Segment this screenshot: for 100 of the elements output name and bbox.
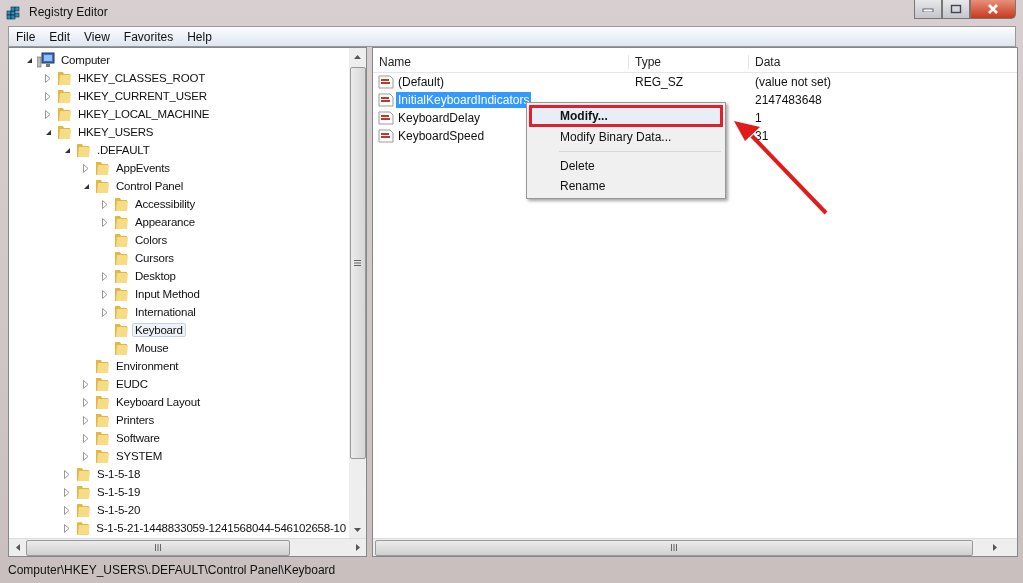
tree-item[interactable]: S-1-5-19 xyxy=(94,485,144,499)
collapsed-arrow-icon[interactable] xyxy=(45,109,51,119)
table-cell: (value not set) xyxy=(755,75,832,89)
context-menu-item[interactable]: Delete xyxy=(529,156,723,176)
context-menu-item[interactable]: Modify Binary Data... xyxy=(529,127,723,147)
scroll-up-arrow-icon[interactable] xyxy=(354,54,361,59)
folder-icon xyxy=(56,124,72,140)
context-menu-item[interactable]: Rename xyxy=(529,176,723,196)
grip-icon xyxy=(155,544,161,551)
table-cell: REG_SZ xyxy=(635,75,683,89)
folder-icon xyxy=(113,304,129,320)
scroll-left-arrow-icon[interactable] xyxy=(15,544,20,551)
folder-icon xyxy=(94,178,110,194)
scrollbar-thumb[interactable] xyxy=(349,67,366,459)
tree-item[interactable]: Accessibility xyxy=(132,197,199,211)
table-cell: 2147483648 xyxy=(755,93,822,107)
column-header[interactable]: Type xyxy=(628,54,748,69)
tree-item[interactable]: SYSTEM xyxy=(113,449,166,463)
expanded-arrow-icon[interactable] xyxy=(44,128,52,136)
expanded-arrow-icon[interactable] xyxy=(25,56,33,64)
folder-icon xyxy=(75,502,91,518)
menu-item[interactable]: Edit xyxy=(42,29,78,44)
collapsed-arrow-icon[interactable] xyxy=(102,217,108,227)
tree-item[interactable]: S-1-5-21-1448833059-1241568044-546102658-10 xyxy=(93,521,349,535)
tree-item[interactable]: HKEY_CLASSES_ROOT xyxy=(75,71,208,85)
collapsed-arrow-icon[interactable] xyxy=(83,397,89,407)
menu-item[interactable]: File xyxy=(9,29,43,44)
expanded-arrow-icon[interactable] xyxy=(63,146,71,154)
scrollbar-thumb[interactable] xyxy=(375,539,973,556)
tree-item[interactable]: Control Panel xyxy=(113,179,187,193)
tree-item[interactable]: .DEFAULT xyxy=(94,143,153,157)
folder-icon xyxy=(75,466,91,482)
scroll-down-arrow-icon[interactable] xyxy=(354,527,361,532)
scroll-right-arrow-icon[interactable] xyxy=(993,544,997,551)
tree-item[interactable]: Mouse xyxy=(132,341,172,355)
folder-icon xyxy=(113,214,129,230)
tree-item[interactable]: HKEY_LOCAL_MACHINE xyxy=(75,107,213,121)
tree-item[interactable]: Printers xyxy=(113,413,158,427)
tree-item[interactable]: Appearance xyxy=(132,215,199,229)
value-name[interactable]: KeyboardDelay xyxy=(396,110,483,126)
collapsed-arrow-icon[interactable] xyxy=(64,487,70,497)
window-title: Registry Editor xyxy=(29,5,108,19)
close-icon xyxy=(986,3,1000,15)
minimize-button[interactable] xyxy=(914,0,942,19)
collapsed-arrow-icon[interactable] xyxy=(102,199,108,209)
collapsed-arrow-icon[interactable] xyxy=(102,271,108,281)
string-value-icon xyxy=(378,129,394,143)
scrollbar-thumb[interactable] xyxy=(26,539,290,556)
tree-item[interactable]: Environment xyxy=(113,359,182,373)
value-name[interactable]: (Default) xyxy=(396,74,446,90)
collapsed-arrow-icon[interactable] xyxy=(83,379,89,389)
string-value-icon xyxy=(378,93,394,107)
tree-item[interactable]: AppEvents xyxy=(113,161,173,175)
menu-item[interactable]: Help xyxy=(180,29,219,44)
collapsed-arrow-icon[interactable] xyxy=(64,505,70,515)
tree-item[interactable]: Cursors xyxy=(132,251,177,265)
collapsed-arrow-icon[interactable] xyxy=(45,73,51,83)
collapsed-arrow-icon[interactable] xyxy=(102,307,108,317)
tree-item[interactable]: Keyboard xyxy=(132,323,186,337)
folder-icon xyxy=(113,250,129,266)
folder-icon xyxy=(94,376,110,392)
collapsed-arrow-icon[interactable] xyxy=(83,451,89,461)
registry-icon xyxy=(6,4,22,20)
folder-icon xyxy=(75,142,91,158)
folder-icon xyxy=(113,340,129,356)
folder-icon xyxy=(56,106,72,122)
tree-item[interactable]: Keyboard Layout xyxy=(113,395,203,409)
tree-item[interactable]: Colors xyxy=(132,233,171,247)
close-button[interactable] xyxy=(970,0,1016,19)
collapsed-arrow-icon[interactable] xyxy=(83,163,89,173)
expanded-arrow-icon[interactable] xyxy=(82,182,90,190)
tree-item[interactable]: Desktop xyxy=(132,269,179,283)
folder-icon xyxy=(94,394,110,410)
tree-item[interactable]: Computer xyxy=(58,53,113,67)
menu-item[interactable]: View xyxy=(77,29,117,44)
tree-item[interactable]: EUDC xyxy=(113,377,151,391)
tree-item[interactable]: International xyxy=(132,305,199,319)
column-header[interactable]: Name xyxy=(373,54,628,69)
column-header[interactable]: Data xyxy=(748,54,781,69)
collapsed-arrow-icon[interactable] xyxy=(83,415,89,425)
maximize-icon xyxy=(950,4,962,14)
tree-item[interactable]: S-1-5-18 xyxy=(94,467,144,481)
collapsed-arrow-icon[interactable] xyxy=(83,433,89,443)
tree-item[interactable]: S-1-5-20 xyxy=(94,503,144,517)
context-menu-item[interactable]: Modify... xyxy=(529,105,723,127)
tree-item[interactable]: Software xyxy=(113,431,163,445)
folder-icon xyxy=(94,430,110,446)
collapsed-arrow-icon[interactable] xyxy=(63,523,70,533)
folder-icon xyxy=(113,286,129,302)
menu-item[interactable]: Favorites xyxy=(116,29,181,44)
tree-item[interactable]: HKEY_USERS xyxy=(75,125,157,139)
collapsed-arrow-icon[interactable] xyxy=(102,289,108,299)
tree-item[interactable]: HKEY_CURRENT_USER xyxy=(75,89,210,103)
grip-icon xyxy=(354,260,361,266)
collapsed-arrow-icon[interactable] xyxy=(45,91,51,101)
maximize-button[interactable] xyxy=(942,0,970,19)
collapsed-arrow-icon[interactable] xyxy=(64,469,70,479)
scroll-right-arrow-icon[interactable] xyxy=(355,544,360,551)
value-name[interactable]: KeyboardSpeed xyxy=(396,128,487,144)
tree-item[interactable]: Input Method xyxy=(132,287,203,301)
